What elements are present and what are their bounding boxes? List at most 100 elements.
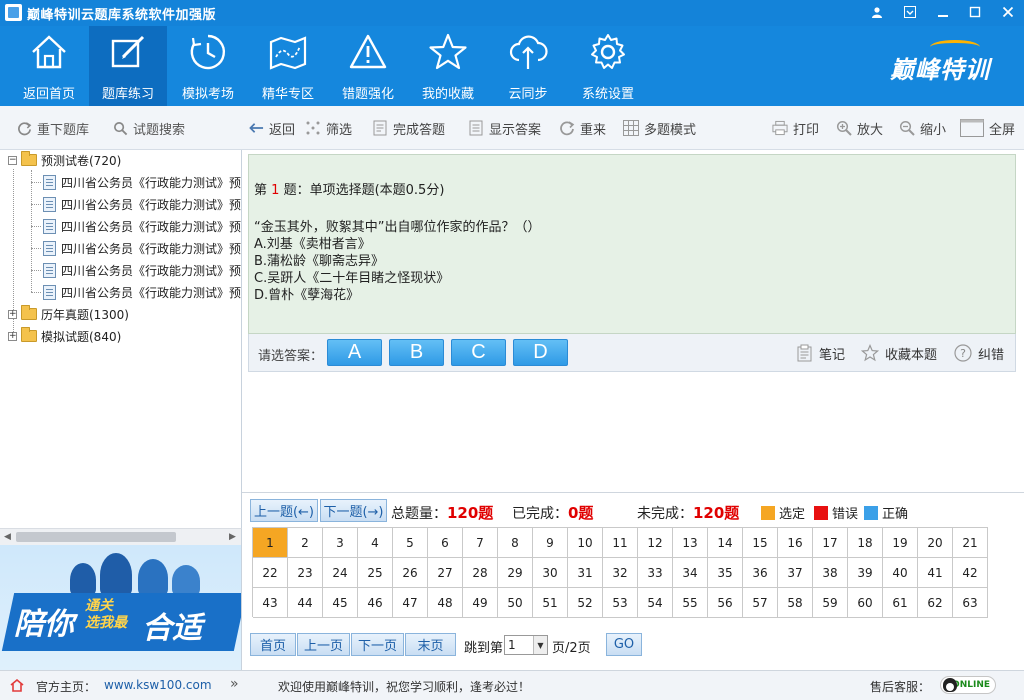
question-number-cell[interactable]: 26 bbox=[393, 558, 428, 588]
tree-node-mock-tests[interactable]: + 模拟试题(840) bbox=[8, 326, 121, 346]
redo-button[interactable]: 重来 bbox=[559, 119, 606, 138]
question-number-cell[interactable]: 62 bbox=[918, 588, 953, 618]
question-number-cell[interactable]: 32 bbox=[603, 558, 638, 588]
question-number-cell[interactable]: 39 bbox=[848, 558, 883, 588]
question-number-cell[interactable]: 4 bbox=[358, 528, 393, 558]
question-number-cell[interactable]: 17 bbox=[813, 528, 848, 558]
finish-button[interactable]: 完成答题 bbox=[372, 119, 445, 138]
scroll-right-icon[interactable]: ▶ bbox=[229, 532, 236, 542]
go-button[interactable]: GO bbox=[606, 633, 642, 656]
question-number-cell[interactable]: 36 bbox=[743, 558, 778, 588]
multi-mode-button[interactable]: 多题模式 bbox=[623, 119, 696, 138]
question-number-cell[interactable]: 27 bbox=[428, 558, 463, 588]
next-page-button[interactable]: 下一页 bbox=[351, 633, 404, 656]
question-number-cell[interactable]: 24 bbox=[323, 558, 358, 588]
question-number-cell[interactable]: 8 bbox=[498, 528, 533, 558]
question-number-cell[interactable]: 10 bbox=[568, 528, 603, 558]
nav-mistakes[interactable]: 错题强化 bbox=[329, 26, 407, 106]
nav-exam[interactable]: 模拟考场 bbox=[169, 26, 247, 106]
question-number-cell[interactable]: 29 bbox=[498, 558, 533, 588]
question-number-cell[interactable]: 60 bbox=[848, 588, 883, 618]
question-number-cell[interactable]: 48 bbox=[428, 588, 463, 618]
nav-featured[interactable]: 精华专区 bbox=[249, 26, 327, 106]
question-number-cell[interactable]: 15 bbox=[743, 528, 778, 558]
question-number-cell[interactable]: 46 bbox=[358, 588, 393, 618]
first-page-button[interactable]: 首页 bbox=[250, 633, 296, 656]
search-questions-button[interactable]: 试题搜索 bbox=[112, 119, 185, 138]
question-number-cell[interactable]: 14 bbox=[708, 528, 743, 558]
tree-leaf-paper[interactable]: 四川省公务员《行政能力测试》预 bbox=[43, 238, 241, 258]
question-number-cell[interactable]: 23 bbox=[288, 558, 323, 588]
question-number-cell[interactable]: 35 bbox=[708, 558, 743, 588]
minimize-icon[interactable] bbox=[932, 2, 954, 22]
question-number-cell[interactable]: 56 bbox=[708, 588, 743, 618]
double-chevron-icon[interactable]: » bbox=[230, 676, 239, 692]
expand-icon[interactable]: + bbox=[8, 309, 17, 319]
question-number-cell[interactable]: 50 bbox=[498, 588, 533, 618]
question-number-cell[interactable]: 63 bbox=[953, 588, 988, 618]
tree-leaf-paper[interactable]: 四川省公务员《行政能力测试》预 bbox=[43, 282, 241, 302]
question-number-cell[interactable]: 12 bbox=[638, 528, 673, 558]
answer-c-button[interactable]: C bbox=[451, 339, 506, 366]
reload-bank-button[interactable]: 重下题库 bbox=[16, 119, 89, 138]
question-number-cell[interactable]: 54 bbox=[638, 588, 673, 618]
tree-node-forecast[interactable]: − 预测试卷(720) bbox=[8, 150, 121, 170]
question-number-cell[interactable]: 19 bbox=[883, 528, 918, 558]
question-number-cell[interactable]: 31 bbox=[568, 558, 603, 588]
question-number-cell[interactable]: 43 bbox=[253, 588, 288, 618]
question-number-cell[interactable]: 20 bbox=[918, 528, 953, 558]
question-number-cell[interactable]: 3 bbox=[323, 528, 358, 558]
question-number-cell[interactable]: 55 bbox=[673, 588, 708, 618]
question-number-cell[interactable]: 7 bbox=[463, 528, 498, 558]
tree-leaf-paper[interactable]: 四川省公务员《行政能力测试》预 bbox=[43, 172, 241, 192]
question-number-cell[interactable]: 51 bbox=[533, 588, 568, 618]
fullscreen-button[interactable]: 全屏 bbox=[960, 119, 1015, 138]
print-button[interactable]: 打印 bbox=[772, 119, 819, 138]
prev-question-button[interactable]: 上一题(←) bbox=[250, 499, 318, 522]
collapse-icon[interactable]: − bbox=[8, 155, 17, 165]
note-button[interactable]: 笔记 bbox=[795, 343, 845, 363]
question-number-cell[interactable]: 47 bbox=[393, 588, 428, 618]
tree-leaf-paper[interactable]: 四川省公务员《行政能力测试》预 bbox=[43, 216, 241, 236]
question-number-cell[interactable]: 37 bbox=[778, 558, 813, 588]
favorite-button[interactable]: 收藏本题 bbox=[861, 343, 937, 363]
maximize-icon[interactable] bbox=[964, 2, 986, 22]
filter-button[interactable]: 筛选 bbox=[305, 119, 352, 138]
question-number-cell[interactable]: 13 bbox=[673, 528, 708, 558]
dropdown-arrow-icon[interactable]: ▼ bbox=[533, 636, 547, 654]
question-number-cell[interactable]: 11 bbox=[603, 528, 638, 558]
question-number-cell[interactable]: 1 bbox=[253, 528, 288, 558]
prev-page-button[interactable]: 上一页 bbox=[297, 633, 350, 656]
nav-favorites[interactable]: 我的收藏 bbox=[409, 26, 487, 106]
question-number-cell[interactable]: 53 bbox=[603, 588, 638, 618]
question-number-cell[interactable]: 45 bbox=[323, 588, 358, 618]
question-number-cell[interactable]: 16 bbox=[778, 528, 813, 558]
question-number-cell[interactable]: 40 bbox=[883, 558, 918, 588]
question-number-cell[interactable]: 57 bbox=[743, 588, 778, 618]
answer-d-button[interactable]: D bbox=[513, 339, 568, 366]
tree-leaf-paper[interactable]: 四川省公务员《行政能力测试》预 bbox=[43, 194, 241, 214]
question-number-cell[interactable]: 9 bbox=[533, 528, 568, 558]
question-number-cell[interactable]: 18 bbox=[848, 528, 883, 558]
question-number-cell[interactable]: 21 bbox=[953, 528, 988, 558]
promo-banner[interactable]: 陪你 通关 选我最 合适 bbox=[0, 545, 242, 670]
nav-practice[interactable]: 题库练习 bbox=[89, 26, 167, 106]
next-question-button[interactable]: 下一题(→) bbox=[320, 499, 387, 522]
scroll-left-icon[interactable]: ◀ bbox=[4, 532, 11, 542]
close-icon[interactable] bbox=[997, 2, 1019, 22]
question-number-cell[interactable]: 6 bbox=[428, 528, 463, 558]
question-number-cell[interactable]: 5 bbox=[393, 528, 428, 558]
user-icon[interactable] bbox=[866, 2, 888, 22]
tree-leaf-paper[interactable]: 四川省公务员《行政能力测试》预 bbox=[43, 260, 241, 280]
answer-a-button[interactable]: A bbox=[327, 339, 382, 366]
report-error-button[interactable]: ? 纠错 bbox=[954, 343, 1004, 363]
nav-home[interactable]: 返回首页 bbox=[10, 26, 88, 106]
expand-icon[interactable]: + bbox=[8, 331, 17, 341]
tree-node-past-exams[interactable]: + 历年真题(1300) bbox=[8, 304, 129, 324]
question-number-cell[interactable]: 41 bbox=[918, 558, 953, 588]
question-number-cell[interactable]: 33 bbox=[638, 558, 673, 588]
question-number-cell[interactable]: 59 bbox=[813, 588, 848, 618]
question-number-cell[interactable]: 34 bbox=[673, 558, 708, 588]
question-number-cell[interactable]: 52 bbox=[568, 588, 603, 618]
nav-settings[interactable]: 系统设置 bbox=[569, 26, 647, 106]
